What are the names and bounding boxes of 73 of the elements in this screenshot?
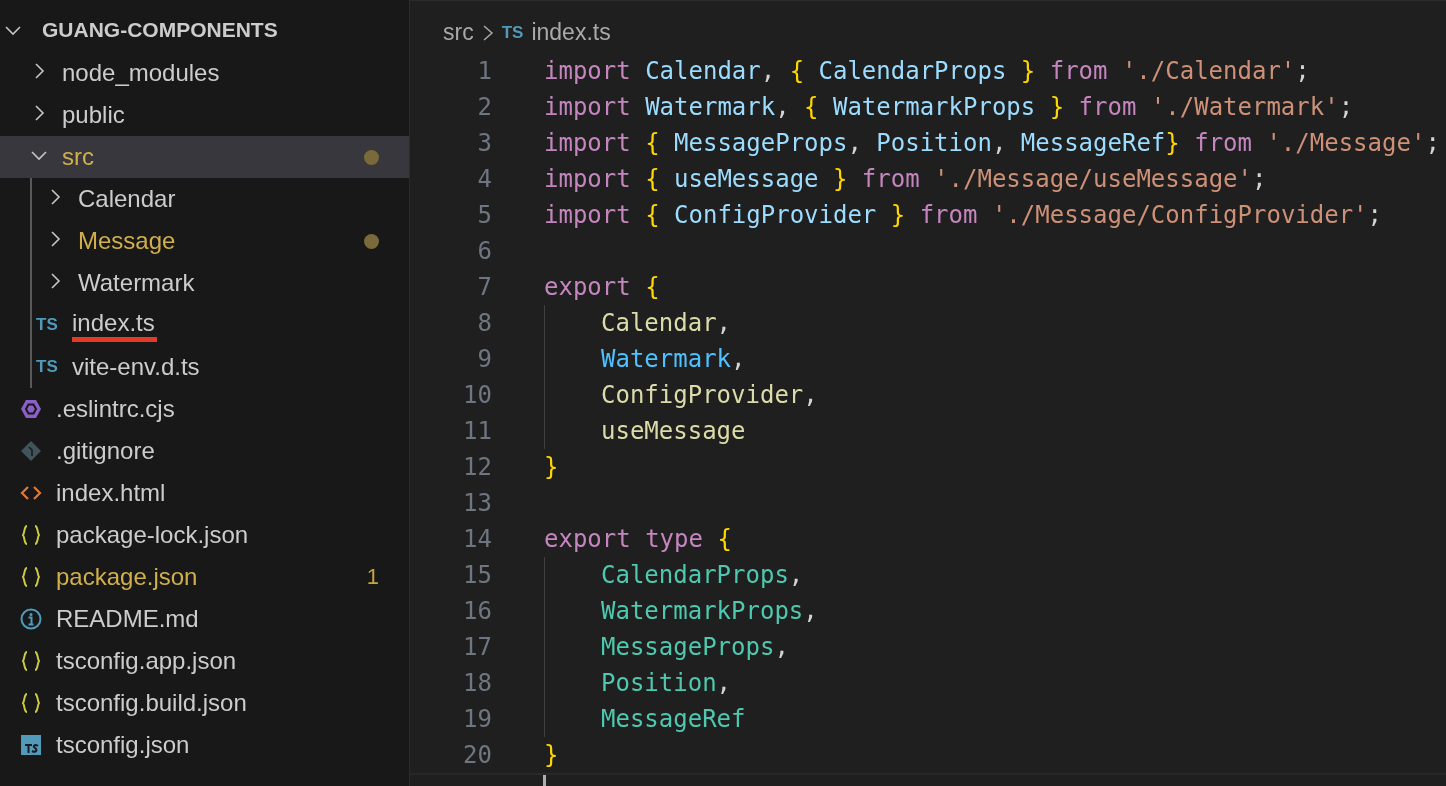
curly-braces-icon — [20, 692, 42, 714]
modified-dot — [364, 233, 379, 249]
typescript-file-icon: TS — [36, 357, 62, 377]
code-line: CalendarProps, — [600, 561, 804, 589]
line-number: 9 — [476, 345, 492, 373]
line-number: 17 — [462, 633, 492, 661]
code-line: import Watermark, { WatermarkProps } from './Watermark'; — [543, 93, 1354, 121]
line-number: 18 — [462, 669, 492, 697]
line-number: 14 — [462, 525, 492, 553]
problem-count: 1 — [366, 564, 379, 590]
line-number: 10 — [462, 381, 492, 409]
breadcrumb-file[interactable]: index.ts — [531, 19, 611, 46]
curly-braces-icon — [20, 650, 42, 672]
code-line: import { MessageProps, Position, MessageRef} from './Message'; — [543, 129, 1440, 157]
file-item[interactable]: README.md — [0, 598, 409, 640]
file-item[interactable]: package-lock.json — [0, 514, 409, 556]
file-item[interactable]: index.html — [0, 472, 409, 514]
code-line: useMessage — [600, 417, 746, 445]
curly-braces-icon — [20, 566, 42, 588]
code-line: Calendar, — [600, 309, 732, 337]
code-line: Position, — [600, 669, 732, 697]
info-icon — [20, 608, 42, 630]
folder-item[interactable]: node_modules — [0, 52, 409, 94]
folder-item[interactable]: Message — [0, 220, 409, 262]
code-line: Watermark, — [600, 345, 746, 373]
code-line: export { — [543, 273, 660, 301]
file-item[interactable]: .gitignore — [0, 430, 409, 472]
file-item[interactable]: .eslintrc.cjs — [0, 388, 409, 430]
line-number: 7 — [476, 273, 492, 301]
line-number: 1 — [476, 57, 492, 85]
line-number: 15 — [462, 561, 492, 589]
file-item[interactable]: package.json 1 — [0, 556, 409, 598]
chevron-icon — [481, 22, 494, 43]
breadcrumb-folder[interactable]: src — [443, 19, 474, 46]
file-item[interactable]: tsconfig.build.json — [0, 682, 409, 724]
line-number: 16 — [462, 597, 492, 625]
typescript-file-icon: TS — [501, 22, 524, 43]
curly-braces-icon — [20, 524, 42, 546]
diamond-icon — [20, 440, 42, 462]
line-number: 12 — [462, 453, 492, 481]
project-title[interactable]: GUANG-COMPONENTS — [42, 18, 278, 42]
folder-item[interactable]: src — [0, 136, 409, 178]
typescript-file-icon: TS — [36, 315, 62, 335]
hexagon-icon — [20, 398, 42, 420]
folder-item[interactable]: Watermark — [0, 262, 409, 304]
code-line: WatermarkProps, — [600, 597, 818, 625]
code-line: import { ConfigProvider } from './Message/ConfigProvider'; — [543, 201, 1383, 229]
line-number: 13 — [462, 489, 492, 517]
line-number: 2 — [476, 93, 492, 121]
line-number: 6 — [476, 237, 492, 265]
code-line: MessageProps, — [600, 633, 789, 661]
code-line: } — [543, 453, 559, 481]
code-line: } — [543, 741, 559, 769]
code-line: import { useMessage } from './Message/useMessage'; — [543, 165, 1267, 193]
line-number: 3 — [476, 129, 492, 157]
code-line: import Calendar, { CalendarProps } from './Calendar'; — [543, 57, 1310, 85]
file-item[interactable]: tsconfig.app.json — [0, 640, 409, 682]
line-number: 8 — [476, 309, 492, 337]
code-line: MessageRef — [600, 705, 746, 733]
modified-dot — [364, 149, 379, 165]
folder-item[interactable]: Calendar — [0, 178, 409, 220]
code-line: export type { — [543, 525, 732, 553]
file-item[interactable]: TS vite-env.d.ts — [0, 346, 409, 388]
line-number: 20 — [462, 741, 492, 769]
line-number: 11 — [462, 417, 492, 445]
code-line: ConfigProvider, — [600, 381, 818, 409]
file-item[interactable]: TS index.ts — [0, 304, 409, 346]
line-number: 5 — [476, 201, 492, 229]
file-item[interactable]: tsconfig.json — [0, 724, 409, 766]
typescript-file-icon — [20, 734, 42, 756]
line-number: 4 — [476, 165, 492, 193]
line-number: 19 — [462, 705, 492, 733]
folder-item[interactable]: public — [0, 94, 409, 136]
